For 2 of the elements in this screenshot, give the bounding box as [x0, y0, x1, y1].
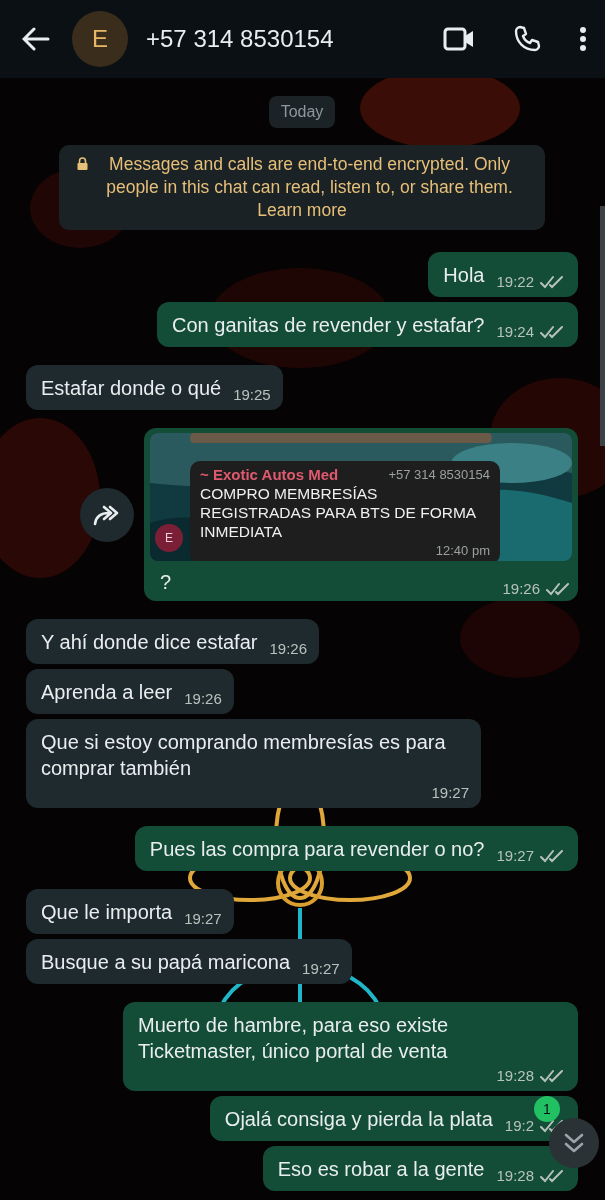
contact-avatar[interactable]: E — [72, 11, 128, 67]
contact-name[interactable]: +57 314 8530154 — [146, 25, 405, 53]
